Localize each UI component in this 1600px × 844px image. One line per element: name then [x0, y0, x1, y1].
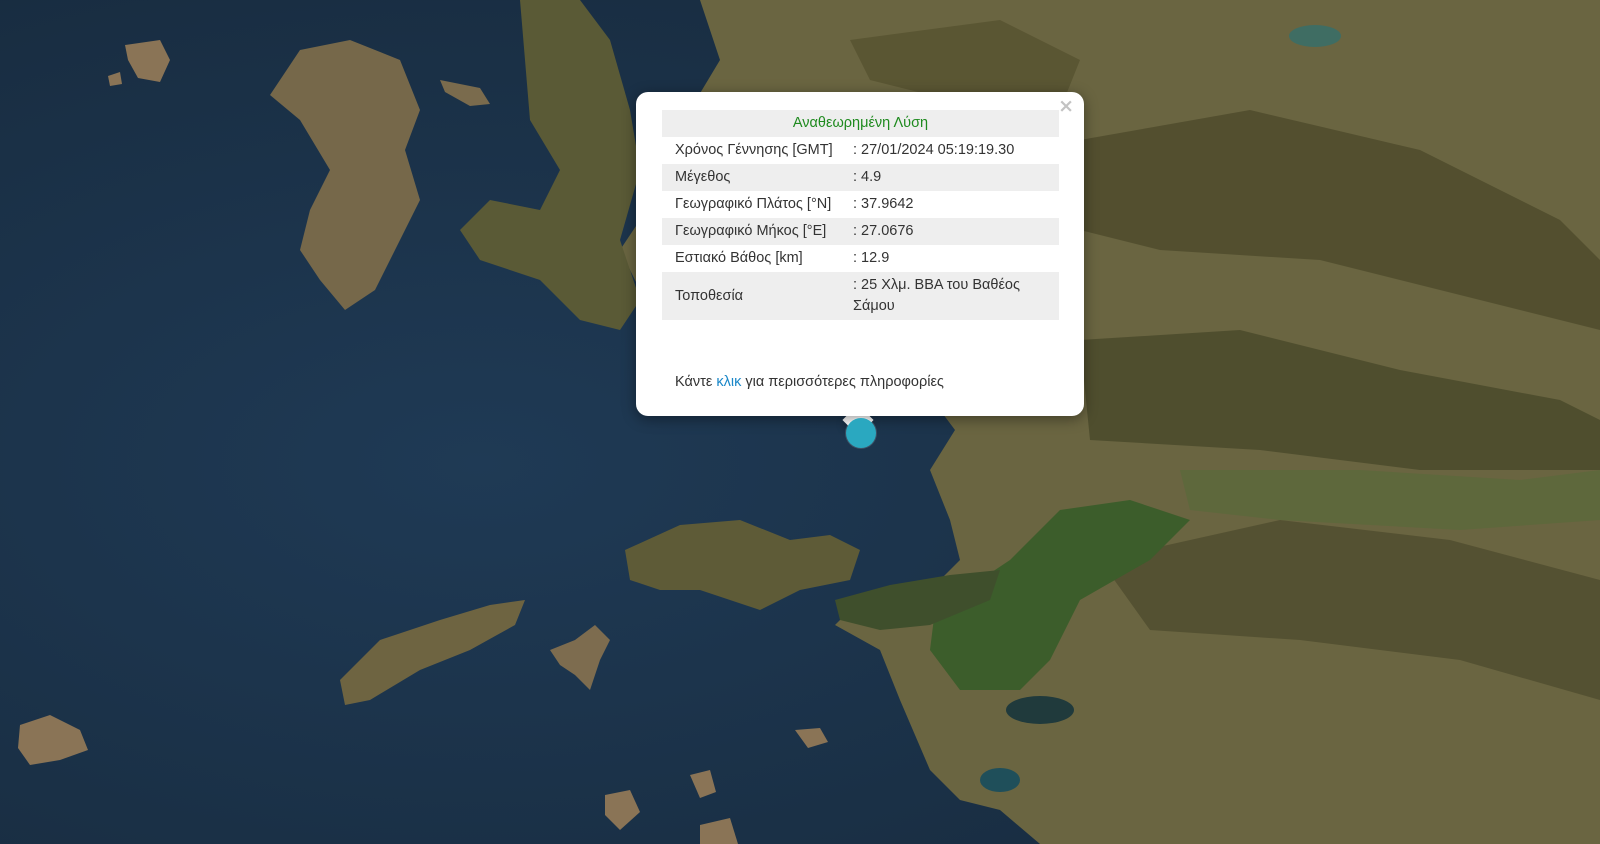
epicenter-circle-icon[interactable] — [846, 418, 876, 448]
table-row: Εστιακό Βάθος [km] : 12.9 — [662, 245, 1059, 272]
row-value-magnitude: : 4.9 — [849, 164, 1059, 191]
more-info-text: Κάντε κλικ για περισσότερες πληροφορίες — [675, 374, 944, 390]
lake-south — [1006, 696, 1074, 724]
popup-title: Αναθεωρημένη Λύση — [662, 110, 1059, 137]
more-info-prefix: Κάντε — [675, 374, 717, 390]
row-label-magnitude: Μέγεθος — [662, 164, 849, 191]
table-row: Γεωγραφικό Πλάτος [°N] : 37.9642 — [662, 191, 1059, 218]
bay-southeast — [980, 768, 1020, 792]
more-info-suffix: για περισσότερες πληροφορίες — [741, 374, 944, 390]
earthquake-info-popup: × Αναθεωρημένη Λύση Χρόνος Γέννησης [GMT… — [636, 92, 1084, 416]
row-label-latitude: Γεωγραφικό Πλάτος [°N] — [675, 196, 832, 212]
row-value-longitude: : 27.0676 — [849, 218, 1059, 245]
more-info-link[interactable]: κλικ — [716, 374, 741, 390]
table-row: Μέγεθος : 4.9 — [662, 164, 1059, 191]
row-label-longitude: Γεωγραφικό Μήκος [°E] — [662, 218, 849, 245]
row-value-depth: : 12.9 — [853, 250, 890, 266]
row-value-latitude: : 37.9642 — [853, 196, 914, 212]
table-row-title: Αναθεωρημένη Λύση — [662, 110, 1059, 137]
table-row: Γεωγραφικό Μήκος [°E] : 27.0676 — [662, 218, 1059, 245]
table-row: Χρόνος Γέννησης [GMT] : 27/01/2024 05:19… — [662, 137, 1059, 164]
close-icon[interactable]: × — [1058, 96, 1074, 116]
row-label-location: Τοποθεσία — [662, 272, 849, 320]
row-value-location: : 25 Χλμ. ΒΒΑ του Βαθέος Σάμου — [849, 272, 1059, 320]
row-value-origin-time: : 27/01/2024 05:19:19.30 — [853, 142, 1015, 158]
row-label-origin-time: Χρόνος Γέννησης [GMT] — [675, 142, 833, 158]
earthquake-details-table: Αναθεωρημένη Λύση Χρόνος Γέννησης [GMT] … — [662, 110, 1059, 320]
row-label-depth: Εστιακό Βάθος [km] — [675, 250, 803, 266]
table-row: Τοποθεσία : 25 Χλμ. ΒΒΑ του Βαθέος Σάμου — [662, 272, 1059, 320]
lake-north — [1289, 25, 1341, 47]
